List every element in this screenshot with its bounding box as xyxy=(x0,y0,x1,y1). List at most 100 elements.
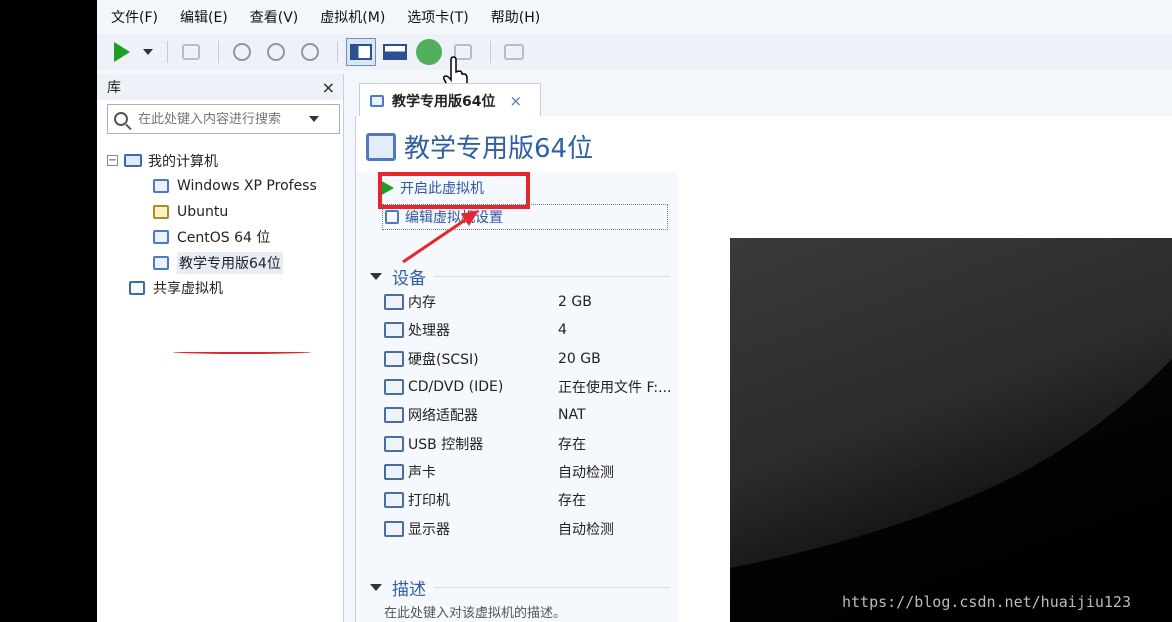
revert-snapshot-button[interactable] xyxy=(261,38,291,66)
vm-preview-screen[interactable] xyxy=(730,238,1172,622)
device-value: 存在 xyxy=(558,436,586,453)
tree-label: 共享虚拟机 xyxy=(153,281,223,298)
tree-label: Windows XP Profess xyxy=(177,178,317,195)
menu-help[interactable]: 帮助(H) xyxy=(491,7,540,27)
device-row-sound[interactable]: 声卡 自动检测 xyxy=(384,458,674,486)
toolbar-separator xyxy=(218,41,219,63)
description-text[interactable]: 在此处键入对该虚拟机的描述。 xyxy=(384,602,566,621)
device-name: 显示器 xyxy=(408,521,450,538)
device-value: 20 GB xyxy=(558,350,601,367)
device-name: CD/DVD (IDE) xyxy=(408,379,504,396)
tree-label: 教学专用版64位 xyxy=(177,251,283,274)
device-row-hdd[interactable]: 硬盘(SCSI) 20 GB xyxy=(384,345,674,373)
console-view-button[interactable] xyxy=(499,38,529,66)
tree-item-my-computer[interactable]: − 我的计算机 xyxy=(97,148,343,174)
toolbar-separator xyxy=(490,41,491,63)
power-dropdown-button[interactable] xyxy=(141,38,155,66)
usb-icon xyxy=(384,435,404,452)
snapshot-manager-button[interactable] xyxy=(295,38,325,66)
chevron-down-icon[interactable] xyxy=(309,116,319,122)
console-icon xyxy=(504,44,524,60)
device-row-printer[interactable]: 打印机 存在 xyxy=(384,486,674,514)
tree-item-teaching-vm[interactable]: 教学专用版64位 xyxy=(97,250,343,276)
watermark-text: https://blog.csdn.net/huaijiu123 xyxy=(842,593,1131,611)
memory-icon xyxy=(384,294,404,311)
vm-icon xyxy=(370,94,384,107)
vm-title-text: 教学专用版64位 xyxy=(404,134,594,164)
device-value: 正在使用文件 F:... xyxy=(558,380,672,397)
close-icon[interactable]: × xyxy=(509,92,522,110)
printer-icon xyxy=(384,492,404,509)
menu-file[interactable]: 文件(F) xyxy=(111,7,158,27)
tree-label: Ubuntu xyxy=(177,203,229,220)
description-section-header[interactable]: 描述 xyxy=(370,575,670,600)
toolbar xyxy=(97,34,1172,70)
close-icon[interactable]: × xyxy=(322,78,335,97)
device-value: 自动检测 xyxy=(558,521,614,538)
play-icon xyxy=(114,42,130,62)
power-on-button[interactable] xyxy=(107,38,137,66)
tree-item-windows-xp[interactable]: Windows XP Profess xyxy=(97,174,343,200)
shared-vm-icon xyxy=(129,281,145,296)
full-screen-button[interactable] xyxy=(414,38,444,66)
snapshot-manager-icon xyxy=(301,43,319,61)
thumbnail-bar-button[interactable] xyxy=(380,38,410,66)
annotation-arrow xyxy=(402,210,479,264)
sound-icon xyxy=(384,463,404,480)
computer-icon xyxy=(124,154,142,168)
library-view-icon xyxy=(350,44,372,60)
chevron-down-icon xyxy=(370,273,382,280)
chevron-down-icon xyxy=(143,49,153,55)
device-name: 打印机 xyxy=(408,493,450,510)
device-row-display[interactable]: 显示器 自动检测 xyxy=(384,514,674,542)
vm-locked-icon xyxy=(153,204,169,219)
menu-view[interactable]: 查看(V) xyxy=(250,7,299,27)
tree-item-centos[interactable]: CentOS 64 位 xyxy=(97,225,343,251)
library-tree: − 我的计算机 Windows XP Profess Ubuntu CentOS… xyxy=(97,148,343,301)
hdd-icon xyxy=(384,350,404,367)
device-value: 存在 xyxy=(558,493,586,510)
device-value: 4 xyxy=(558,322,567,339)
chevron-down-icon xyxy=(370,584,382,591)
search-input[interactable] xyxy=(138,111,303,127)
full-screen-icon xyxy=(416,39,442,65)
tree-item-shared-vms[interactable]: 共享虚拟机 xyxy=(97,276,343,302)
vm-icon xyxy=(153,230,169,245)
tree-item-ubuntu[interactable]: Ubuntu xyxy=(97,199,343,225)
device-value: 自动检测 xyxy=(558,464,614,481)
device-row-network[interactable]: 网络适配器 NAT xyxy=(384,401,674,429)
snapshot-icon xyxy=(233,43,251,61)
tab-vm[interactable]: 教学专用版64位 × xyxy=(359,83,541,117)
device-row-memory[interactable]: 内存 2 GB xyxy=(384,288,674,316)
library-panel: 库 × − 我的计算机 Windows XP Profess Ubuntu xyxy=(97,74,344,622)
network-disabled-icon xyxy=(182,44,200,60)
send-keys-button[interactable] xyxy=(176,38,206,66)
vm-icon xyxy=(153,179,169,194)
device-name: 处理器 xyxy=(408,323,450,340)
snapshot-button[interactable] xyxy=(227,38,257,66)
cd-icon xyxy=(384,379,404,396)
menu-tabs[interactable]: 选项卡(T) xyxy=(407,7,468,27)
thumbnail-icon xyxy=(383,44,407,60)
annotation-underline xyxy=(173,350,311,354)
device-row-cd[interactable]: CD/DVD (IDE) 正在使用文件 F:... xyxy=(384,373,674,401)
device-row-usb[interactable]: USB 控制器 存在 xyxy=(384,429,674,457)
toolbar-separator xyxy=(337,41,338,63)
library-title: 库 xyxy=(107,80,121,96)
vm-icon xyxy=(366,132,396,161)
vm-icon xyxy=(153,255,169,270)
tab-label: 教学专用版64位 xyxy=(392,93,496,110)
menu-edit[interactable]: 编辑(E) xyxy=(180,7,228,27)
vm-summary: 教学专用版64位 开启此虚拟机 编辑虚拟机设置 设备 内存 2 GB 处理器 4… xyxy=(355,116,1172,622)
device-value: 2 GB xyxy=(558,294,592,311)
show-library-button[interactable] xyxy=(346,38,376,66)
collapse-icon[interactable]: − xyxy=(107,155,118,167)
device-list: 内存 2 GB 处理器 4 硬盘(SCSI) 20 GB CD/DVD (IDE… xyxy=(384,288,674,543)
cpu-icon xyxy=(384,322,404,339)
menu-vm[interactable]: 虚拟机(M) xyxy=(320,7,385,27)
menu-bar: 文件(F) 编辑(E) 查看(V) 虚拟机(M) 选项卡(T) 帮助(H) xyxy=(97,0,1172,34)
device-row-cpu[interactable]: 处理器 4 xyxy=(384,316,674,344)
network-icon xyxy=(384,407,404,424)
device-name: USB 控制器 xyxy=(408,436,484,453)
device-name: 声卡 xyxy=(408,464,436,481)
